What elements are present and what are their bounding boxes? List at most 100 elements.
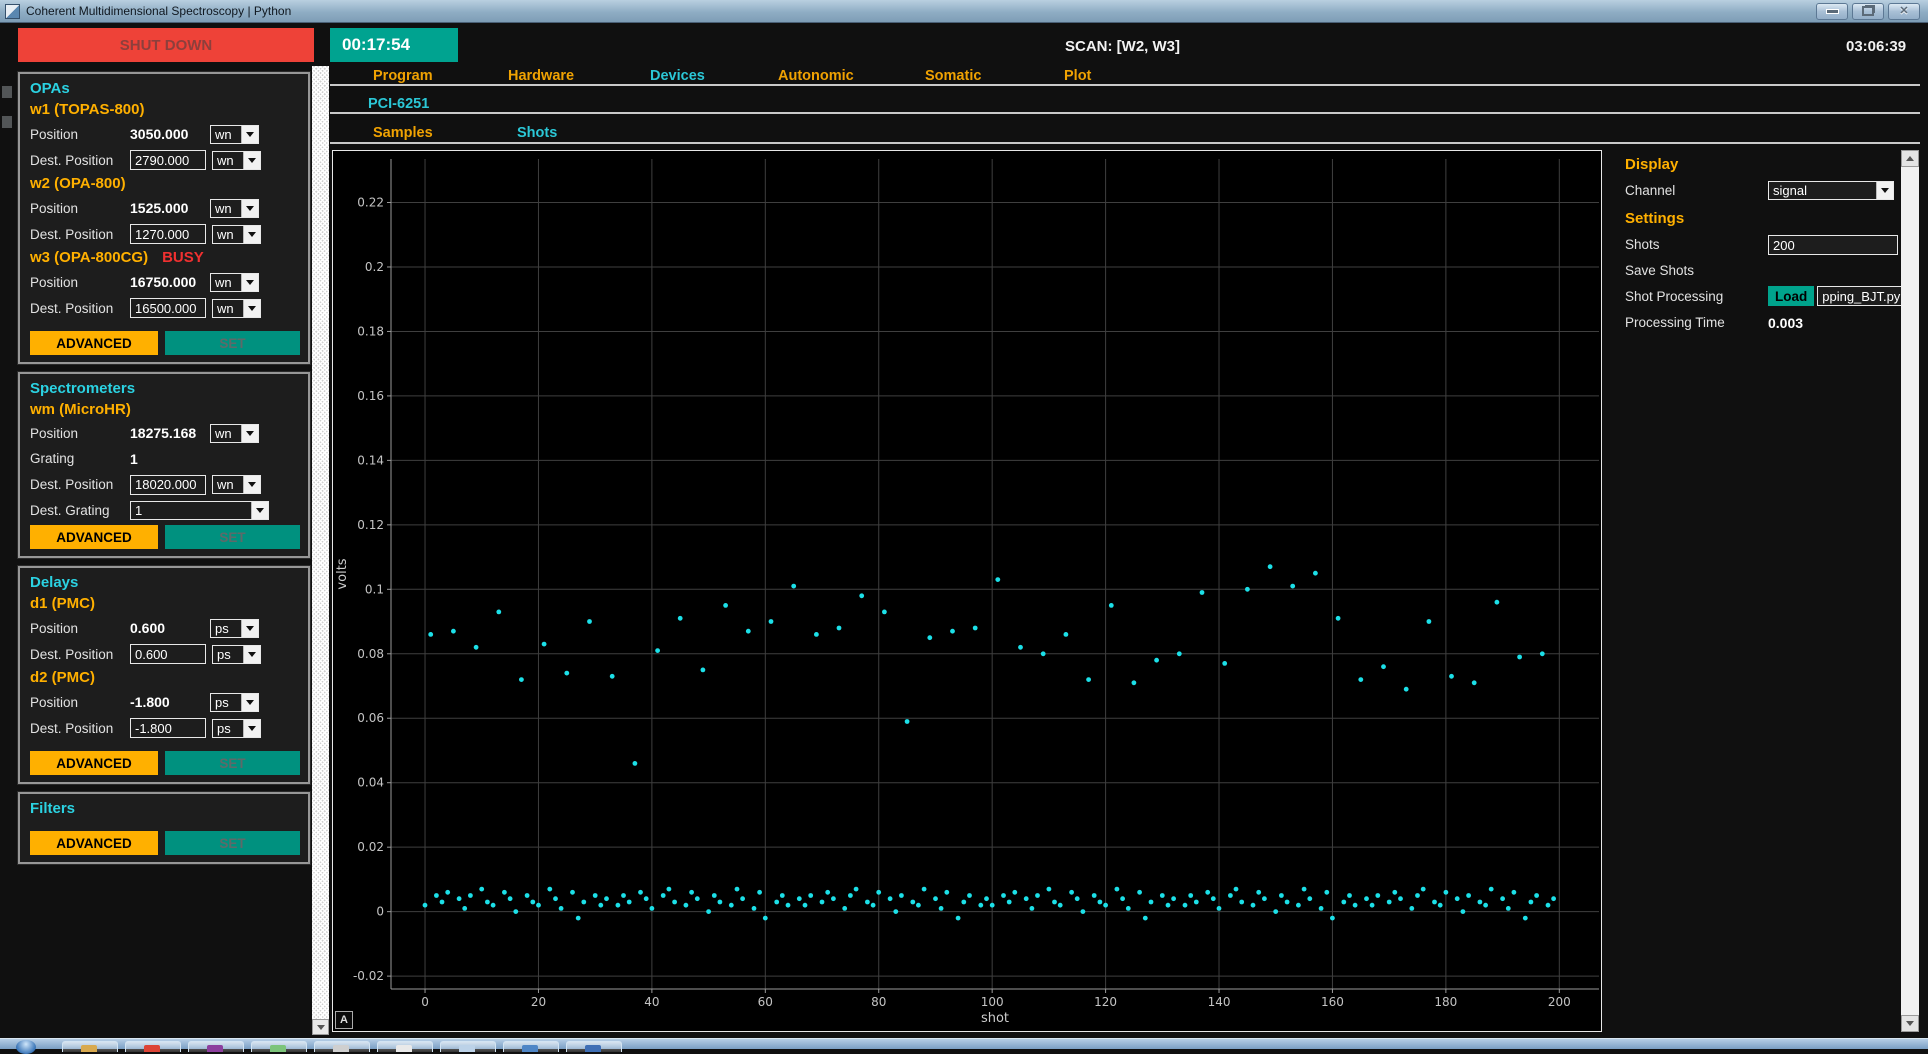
sidebar-scrollbar[interactable] (312, 66, 329, 1035)
y-tick-label: 0.16 (357, 389, 384, 403)
load-script-button[interactable]: Load (1768, 286, 1814, 306)
scatter-point (871, 903, 876, 908)
advanced-button[interactable]: ADVANCED (30, 831, 158, 855)
chevron-down-icon[interactable] (243, 476, 260, 493)
autoscale-button[interactable]: A (335, 1011, 353, 1029)
taskbar-app-4[interactable] (251, 1041, 307, 1052)
advanced-button[interactable]: ADVANCED (30, 331, 158, 355)
chevron-down-icon[interactable] (241, 200, 258, 217)
scroll-down-icon[interactable] (1901, 1015, 1919, 1032)
chevron-down-icon[interactable] (241, 425, 258, 442)
advanced-button[interactable]: ADVANCED (30, 751, 158, 775)
taskbar-app-8[interactable] (503, 1041, 559, 1052)
tab-autonomic[interactable]: Autonomic (778, 68, 854, 84)
script-path-input[interactable] (1817, 286, 1907, 306)
close-button[interactable]: ✕ (1888, 3, 1920, 20)
x-axis-title: shot (981, 1011, 1009, 1026)
advanced-button[interactable]: ADVANCED (30, 525, 158, 549)
scatter-point (1024, 896, 1029, 901)
grating-select[interactable]: 1 (130, 501, 269, 520)
chevron-down-icon[interactable] (241, 694, 258, 711)
set-button[interactable]: SET (165, 831, 300, 855)
units-select[interactable]: wn (210, 199, 259, 218)
scatter-point (706, 909, 711, 914)
units-select[interactable]: ps (210, 619, 259, 638)
windows-taskbar[interactable] (0, 1038, 1928, 1049)
scatter-point (1154, 658, 1159, 663)
chevron-down-icon[interactable] (243, 646, 260, 663)
restore-button[interactable] (1852, 3, 1884, 20)
units-select[interactable]: ps (210, 693, 259, 712)
destination-input[interactable] (130, 644, 206, 664)
taskbar-app-7[interactable] (440, 1041, 496, 1052)
destination-input[interactable] (130, 224, 206, 244)
destination-input[interactable] (130, 718, 206, 738)
units-select[interactable]: wn (212, 151, 261, 170)
units-select[interactable]: wn (210, 125, 259, 144)
scatter-point (1523, 916, 1528, 921)
destination-input[interactable] (130, 150, 206, 170)
units-select[interactable]: wn (212, 299, 261, 318)
units-select[interactable]: wn (212, 475, 261, 494)
scatter-point (1358, 677, 1363, 682)
units-select[interactable]: wn (210, 424, 259, 443)
plot-canvas[interactable]: 020406080100120140160180200-0.0200.020.0… (333, 151, 1601, 1031)
parameter-label: Position (30, 426, 130, 441)
chevron-down-icon[interactable] (243, 152, 260, 169)
chevron-down-icon[interactable] (243, 226, 260, 243)
taskbar-app-1[interactable] (62, 1041, 118, 1052)
scatter-point (1290, 584, 1295, 589)
shots-input[interactable] (1768, 235, 1898, 255)
tab-plot[interactable]: Plot (1064, 68, 1091, 84)
minimize-button[interactable] (1816, 3, 1848, 20)
tab-program[interactable]: Program (373, 68, 433, 84)
position-value: -1.800 (130, 694, 210, 710)
tab-somatic[interactable]: Somatic (925, 68, 981, 84)
set-button[interactable]: SET (165, 331, 300, 355)
parameter-label: Dest. Position (30, 301, 130, 316)
chevron-down-icon[interactable] (251, 502, 268, 519)
chevron-down-icon[interactable] (241, 620, 258, 637)
taskbar-app-9[interactable] (566, 1041, 622, 1052)
taskbar-app-icon (396, 1045, 412, 1052)
destination-input[interactable] (130, 298, 206, 318)
units-select[interactable]: ps (212, 645, 261, 664)
chevron-down-icon[interactable] (243, 300, 260, 317)
chevron-down-icon[interactable] (243, 720, 260, 737)
taskbar-app-icon (522, 1045, 538, 1052)
units-select[interactable]: wn (210, 273, 259, 292)
taskbar-app-2[interactable] (125, 1041, 181, 1052)
tab-samples[interactable]: Samples (373, 125, 433, 141)
units-select[interactable]: wn (212, 225, 261, 244)
destination-input[interactable] (130, 475, 206, 495)
tab-shots[interactable]: Shots (517, 125, 557, 141)
scatter-point (525, 893, 530, 898)
scatter-point (1512, 890, 1517, 895)
chevron-down-icon[interactable] (1876, 182, 1893, 199)
panel-scrollbar[interactable] (1901, 150, 1919, 1032)
scatter-point (655, 648, 660, 653)
scatter-point (729, 903, 734, 908)
scatter-point (440, 900, 445, 905)
shutdown-button[interactable]: SHUT DOWN (18, 28, 314, 62)
taskbar-app-6[interactable] (377, 1041, 433, 1052)
scatter-point (746, 629, 751, 634)
tab-hardware[interactable]: Hardware (508, 68, 574, 84)
set-button[interactable]: SET (165, 751, 300, 775)
taskbar-app-5[interactable] (314, 1041, 370, 1052)
tab-pci-6251[interactable]: PCI-6251 (368, 96, 429, 112)
chevron-down-icon[interactable] (241, 126, 258, 143)
scroll-up-icon[interactable] (1901, 150, 1919, 167)
start-orb[interactable] (16, 1040, 36, 1054)
taskbar-app-3[interactable] (188, 1041, 244, 1052)
scatter-point (757, 890, 762, 895)
channel-select[interactable]: signal (1768, 181, 1894, 200)
position-value: 16750.000 (130, 274, 210, 290)
scatter-point (1404, 687, 1409, 692)
units-select[interactable]: ps (212, 719, 261, 738)
scroll-down-icon[interactable] (312, 1019, 329, 1035)
close-icon: ✕ (1899, 6, 1908, 17)
set-button[interactable]: SET (165, 525, 300, 549)
chevron-down-icon[interactable] (241, 274, 258, 291)
tab-devices[interactable]: Devices (650, 68, 705, 84)
